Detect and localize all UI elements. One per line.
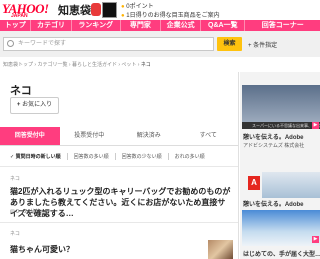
tab-all[interactable]: すべて (179, 127, 239, 145)
ad-title[interactable]: 憩いを伝える。Adobe (243, 132, 304, 141)
question-thumbnail[interactable] (208, 240, 233, 259)
nav-category[interactable]: カテゴリ (31, 20, 72, 31)
breadcrumb-pets[interactable]: ペット (121, 62, 136, 68)
ad-badge-icon: ▶ (312, 236, 319, 243)
search-button[interactable]: 検索 (217, 37, 242, 51)
tab-accepting-votes[interactable]: 投票受付中 (60, 127, 120, 145)
question-category[interactable]: ネコ (10, 230, 20, 237)
favorite-button[interactable]: + お気に入り (10, 97, 59, 114)
global-nav: トップ カテゴリ ランキング 専門家 企業公式 Q&A一覧 回答コーナー (0, 20, 320, 31)
ad-image[interactable] (262, 172, 320, 198)
question-title[interactable]: 猫2匹が入れるリュック型のキャリーバッグでお勧めのものがありましたら教えてくださ… (10, 186, 232, 219)
service-name[interactable]: 知恵袋 (58, 2, 91, 18)
breadcrumb: 知恵袋トップ › カテゴリ一覧 › 暮らしと生活ガイド › ペット › ネコ (3, 62, 151, 68)
ad-image[interactable] (242, 210, 320, 246)
breadcrumb-current: ネコ (140, 62, 151, 68)
nav-qa-list[interactable]: Q&A一覧 (201, 20, 246, 31)
nav-ranking[interactable]: ランキング (72, 20, 121, 31)
question-meta: ▤ 0 24分前 (10, 208, 40, 215)
nav-experts[interactable]: 専門家 (121, 20, 161, 31)
ad-title[interactable]: 憩いを伝える。Adobe (243, 199, 304, 208)
nav-top[interactable]: トップ (0, 20, 32, 31)
favorite-label: お気に入り (22, 102, 53, 108)
sort-most-answers[interactable]: 回答数の多い順 (68, 153, 116, 160)
header: YAHOO! JAPAN 知恵袋 ● 0ポイント ● 1日得りのお得な目玉商品を… (0, 0, 320, 20)
ad-advertiser[interactable]: アドビシステムズ 株式会社 (243, 142, 304, 149)
answer-count: 0 (16, 209, 19, 215)
adobe-logo-icon[interactable]: A (248, 176, 260, 190)
breadcrumb-life[interactable]: 暮らしと生活ガイド (72, 62, 117, 68)
nav-official[interactable]: 企業公式 (161, 20, 202, 31)
promo-link[interactable]: ● 1日得りのお得な目玉商品をご案内 (121, 10, 220, 19)
ad-badge-icon: ▶ (312, 122, 319, 129)
ad-caption: スーパーにいる不思議な出来事、第1話 (242, 122, 320, 129)
search-icon (7, 40, 14, 47)
search-input[interactable]: キーワードで探す (3, 37, 214, 51)
breadcrumb-top[interactable]: 知恵袋トップ (3, 62, 33, 68)
question-time: 24分前 (24, 209, 40, 215)
divider (0, 166, 238, 167)
sort-fewest-answers[interactable]: 回答数の少ない順 (116, 153, 169, 160)
question-tabs: 回答受付中 投票受付中 解決済み すべて (0, 127, 238, 146)
tab-resolved[interactable]: 解決済み (119, 127, 179, 145)
search-conditions-link[interactable]: + 条件指定 (248, 40, 277, 49)
user-icon[interactable] (91, 3, 101, 16)
breadcrumb-categories[interactable]: カテゴリ一覧 (37, 62, 67, 68)
points-link[interactable]: ● 0ポイント (121, 1, 154, 10)
question-category[interactable]: ネコ (10, 175, 20, 182)
question-title[interactable]: 猫ちゃん可愛い？ (10, 244, 74, 255)
sort-newest[interactable]: ✓ 質問日時の新しい順 (10, 153, 68, 160)
avatar[interactable] (102, 2, 117, 18)
divider (0, 222, 238, 223)
sort-newest-label: 質問日時の新しい順 (15, 154, 61, 160)
promo-text: 1日得りのお得な目玉商品をご案内 (126, 13, 220, 19)
sort-most-thanks[interactable]: おれの多い順 (169, 153, 211, 160)
nav-answer-corner[interactable]: 回答コーナー (245, 20, 320, 31)
sort-options: ✓ 質問日時の新しい順 回答数の多い順 回答数の少ない順 おれの多い順 (10, 153, 211, 160)
yahoo-logo-sub: JAPAN (11, 13, 28, 19)
tab-accepting-answers[interactable]: 回答受付中 (0, 127, 60, 145)
page-title: ネコ (10, 85, 32, 97)
ad-title[interactable]: はじめての、手が届く大型… (243, 249, 320, 258)
